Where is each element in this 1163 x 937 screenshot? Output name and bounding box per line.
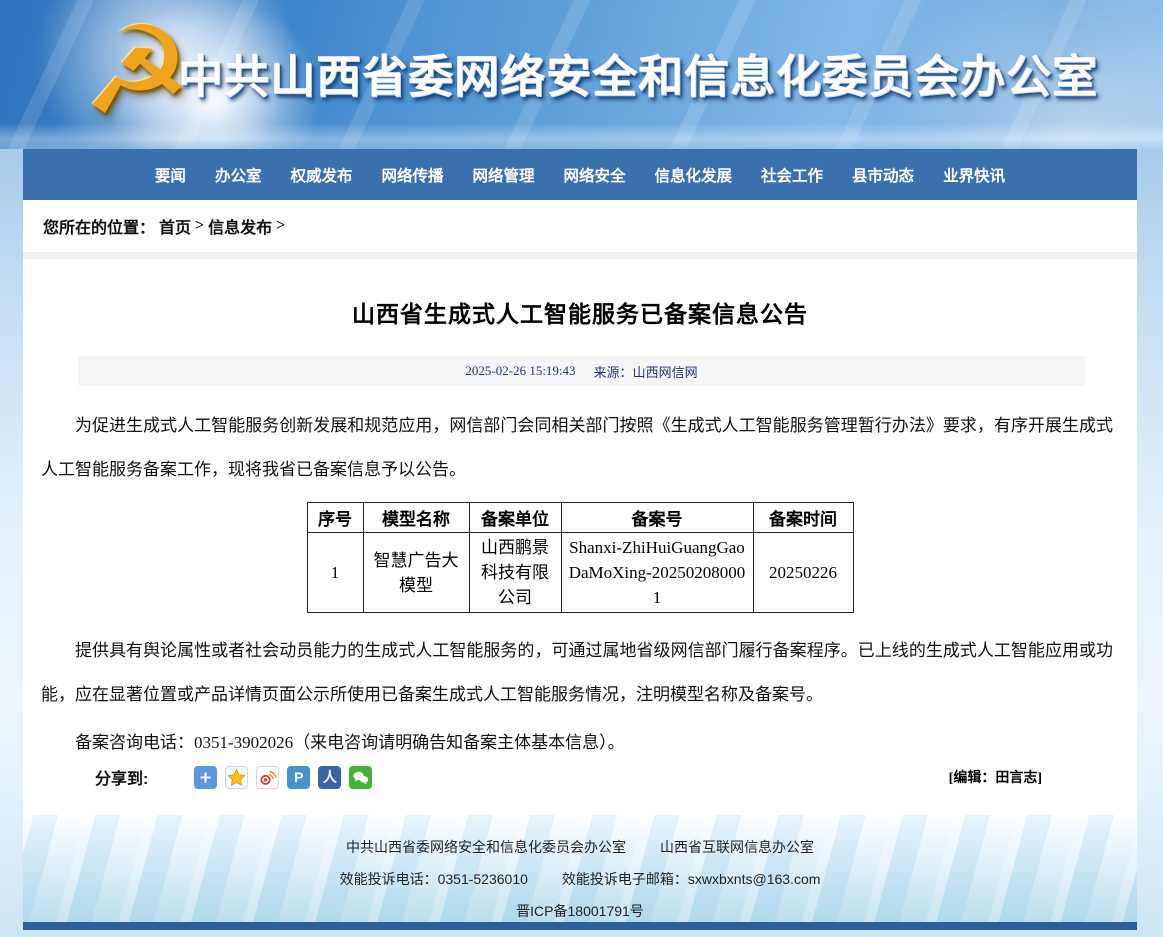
tencent-weibo-icon[interactable]: P bbox=[287, 766, 310, 789]
renren-icon[interactable]: 人 bbox=[318, 766, 341, 789]
footer-email: 效能投诉电子邮箱：sxwxbxnts@163.com bbox=[562, 871, 820, 887]
breadcrumb-section-link[interactable]: 信息发布 bbox=[208, 214, 272, 238]
share-label: 分享到: bbox=[95, 765, 148, 789]
article-paragraph: 为促进生成式人工智能服务创新发展和规范应用，网信部门会同相关部门按照《生成式人工… bbox=[41, 404, 1113, 492]
site-footer: 中共山西省委网络安全和信息化委员会办公室 山西省互联网信息办公室 效能投诉电话：0… bbox=[23, 815, 1137, 922]
publish-datetime: 2025-02-26 15:19:43 bbox=[465, 363, 575, 379]
table-cell-company: 山西鹏景科技有限公司 bbox=[469, 533, 561, 613]
table-header-cell: 备案单位 bbox=[469, 503, 561, 533]
footer-icp: 晋ICP备18001791号 bbox=[23, 901, 1137, 921]
nav-item[interactable]: 业界快讯 bbox=[943, 164, 1005, 186]
footer-org2: 山西省互联网信息办公室 bbox=[660, 839, 814, 855]
breadcrumb: 您所在的位置： 首页 > 信息发布 > bbox=[23, 200, 1137, 252]
page: ☭ 中共山西省委网络安全和信息化委员会办公室 要闻 办公室 权威发布 网络传播 … bbox=[0, 0, 1163, 937]
table-header-cell: 序号 bbox=[307, 503, 363, 533]
nav-item[interactable]: 办公室 bbox=[215, 164, 262, 186]
article-meta-bar: 2025-02-26 15:19:43 来源：山西网信网 bbox=[78, 356, 1085, 386]
table-cell-index: 1 bbox=[307, 533, 363, 613]
editor-credit: [编辑：田言志] bbox=[949, 767, 1042, 787]
qzone-icon[interactable] bbox=[225, 766, 248, 789]
table-cell-registration-number: Shanxi-ZhiHuiGuangGaoDaMoXing-2025020800… bbox=[561, 533, 753, 613]
article-paragraph: 备案咨询电话：0351-3902026（来电咨询请明确告知备案主体基本信息）。 bbox=[41, 721, 1113, 765]
site-title: 中共山西省委网络安全和信息化委员会办公室 bbox=[178, 40, 1098, 105]
sina-weibo-icon[interactable] bbox=[256, 766, 279, 789]
source-name: 山西网信网 bbox=[633, 365, 698, 380]
nav-item[interactable]: 网络传播 bbox=[381, 164, 443, 186]
table-cell-model-name: 智慧广告大模型 bbox=[363, 533, 469, 613]
table-header-cell: 备案号 bbox=[561, 503, 753, 533]
table-header-cell: 模型名称 bbox=[363, 503, 469, 533]
separator-band bbox=[23, 252, 1137, 259]
breadcrumb-label: 您所在的位置： bbox=[43, 214, 155, 238]
registration-table: 序号 模型名称 备案单位 备案号 备案时间 1 智慧广告大模型 山西鹏景科技有限… bbox=[307, 502, 854, 613]
nav-item[interactable]: 网络安全 bbox=[564, 164, 626, 186]
nav-item[interactable]: 县市动态 bbox=[852, 164, 914, 186]
source-label: 来源： bbox=[594, 365, 633, 380]
content-wrapper: 要闻 办公室 权威发布 网络传播 网络管理 网络安全 信息化发展 社会工作 县市… bbox=[23, 149, 1137, 930]
breadcrumb-home-link[interactable]: 首页 bbox=[159, 214, 191, 238]
nav-item[interactable]: 信息化发展 bbox=[655, 164, 733, 186]
footer-phone: 效能投诉电话：0351-5236010 bbox=[340, 871, 528, 887]
nav-item[interactable]: 网络管理 bbox=[472, 164, 534, 186]
nav-item[interactable]: 要闻 bbox=[155, 164, 186, 186]
main-nav: 要闻 办公室 权威发布 网络传播 网络管理 网络安全 信息化发展 社会工作 县市… bbox=[23, 149, 1137, 200]
article: 山西省生成式人工智能服务已备案信息公告 2025-02-26 15:19:43 … bbox=[23, 259, 1137, 815]
share-icons: P 人 bbox=[194, 766, 372, 789]
share-row: 分享到: bbox=[23, 765, 1137, 815]
nav-item[interactable]: 权威发布 bbox=[290, 164, 352, 186]
wechat-icon[interactable] bbox=[349, 766, 372, 789]
table-cell-registration-date: 20250226 bbox=[753, 533, 853, 613]
article-paragraph: 提供具有舆论属性或者社会动员能力的生成式人工智能服务的，可通过属地省级网信部门履… bbox=[41, 629, 1113, 717]
footer-contacts: 效能投诉电话：0351-5236010 效能投诉电子邮箱：sxwxbxnts@16… bbox=[23, 869, 1137, 889]
breadcrumb-trailing: > bbox=[276, 217, 285, 235]
article-title: 山西省生成式人工智能服务已备案信息公告 bbox=[23, 295, 1137, 329]
footer-org1: 中共山西省委网络安全和信息化委员会办公室 bbox=[346, 839, 626, 855]
table-row: 1 智慧广告大模型 山西鹏景科技有限公司 Shanxi-ZhiHuiGuangG… bbox=[307, 533, 853, 613]
table-body: 1 智慧广告大模型 山西鹏景科技有限公司 Shanxi-ZhiHuiGuangG… bbox=[307, 533, 853, 613]
source: 来源：山西网信网 bbox=[594, 362, 698, 381]
footer-orgs: 中共山西省委网络安全和信息化委员会办公室 山西省互联网信息办公室 bbox=[23, 837, 1137, 857]
table-header-cell: 备案时间 bbox=[753, 503, 853, 533]
breadcrumb-separator: > bbox=[195, 217, 204, 235]
share-more-icon[interactable] bbox=[194, 766, 217, 789]
site-banner: ☭ 中共山西省委网络安全和信息化委员会办公室 bbox=[0, 0, 1163, 149]
footer-bottom-bar bbox=[23, 922, 1137, 930]
nav-item[interactable]: 社会工作 bbox=[761, 164, 823, 186]
table-header-row: 序号 模型名称 备案单位 备案号 备案时间 bbox=[307, 503, 853, 533]
